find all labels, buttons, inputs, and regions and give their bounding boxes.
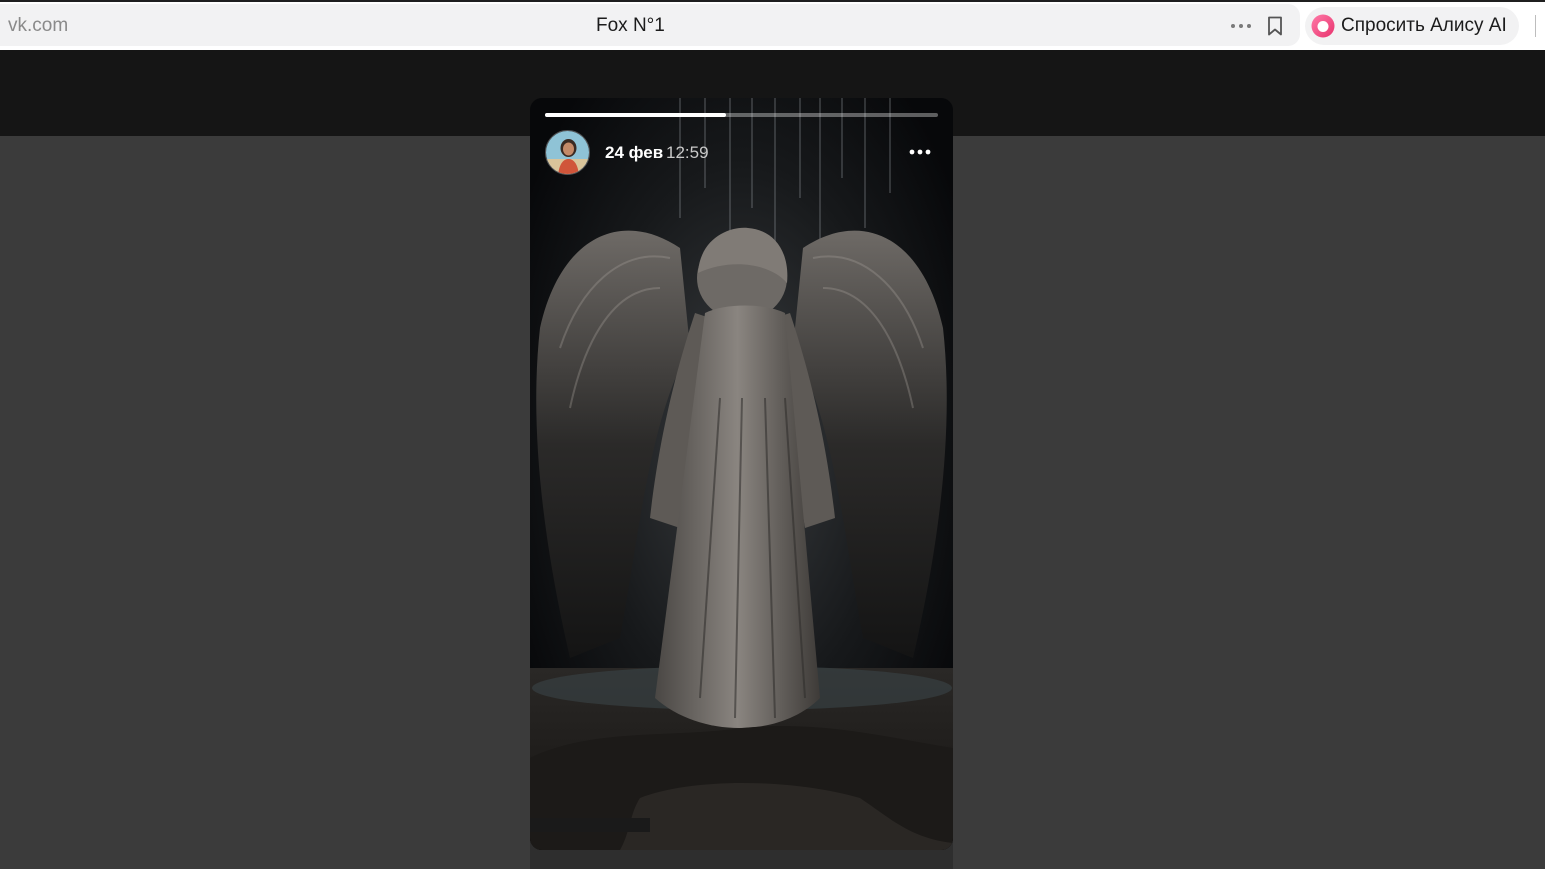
- story-image: [530, 98, 953, 850]
- browser-toolbar: vk.com Fox N°1 Спросить Алису AI: [0, 0, 1545, 50]
- toolbar-divider: [1535, 15, 1536, 37]
- story-date: 24 фев: [605, 143, 664, 162]
- ask-alice-button[interactable]: Спросить Алису AI: [1305, 7, 1519, 45]
- story-time: 12:59: [666, 143, 709, 162]
- story-card[interactable]: 24 фев 12:59: [530, 98, 953, 850]
- url-text[interactable]: vk.com: [8, 15, 68, 37]
- alice-icon: [1311, 14, 1335, 38]
- story-progress-track: [545, 113, 938, 117]
- story-progress-fill: [545, 113, 726, 117]
- ask-alice-label: Спросить Алису AI: [1341, 15, 1507, 36]
- more-options-icon[interactable]: [1226, 12, 1256, 40]
- story-menu-icon[interactable]: [902, 138, 938, 166]
- bookmark-icon[interactable]: [1262, 12, 1288, 40]
- page-title: Fox N°1: [596, 15, 665, 36]
- avatar[interactable]: [545, 130, 590, 175]
- address-bar[interactable]: vk.com Fox N°1: [0, 4, 1300, 46]
